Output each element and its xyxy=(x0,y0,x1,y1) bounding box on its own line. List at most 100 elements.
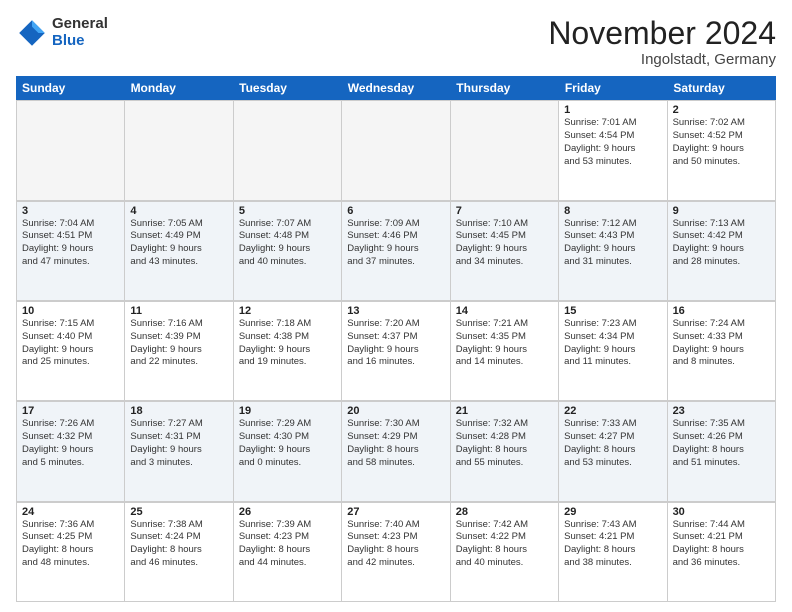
day-num-r4-c4: 28 xyxy=(456,506,553,518)
day-num-r1-c0: 3 xyxy=(22,205,119,217)
day-num-r1-c3: 6 xyxy=(347,205,444,217)
day-info-r1-c5: Sunrise: 7:12 AM Sunset: 4:43 PM Dayligh… xyxy=(564,218,661,269)
day-num-r4-c0: 24 xyxy=(22,506,119,518)
calendar: Sunday Monday Tuesday Wednesday Thursday… xyxy=(16,76,776,602)
cal-row-1: 3Sunrise: 7:04 AM Sunset: 4:51 PM Daylig… xyxy=(16,201,776,301)
logo: General Blue xyxy=(16,16,108,49)
cal-cell-r2-c1: 11Sunrise: 7:16 AM Sunset: 4:39 PM Dayli… xyxy=(125,302,233,401)
cal-cell-r0-c0 xyxy=(17,101,125,200)
logo-blue: Blue xyxy=(52,33,108,50)
cal-cell-r3-c0: 17Sunrise: 7:26 AM Sunset: 4:32 PM Dayli… xyxy=(17,402,125,501)
day-num-r1-c1: 4 xyxy=(130,205,227,217)
day-info-r4-c2: Sunrise: 7:39 AM Sunset: 4:23 PM Dayligh… xyxy=(239,519,336,570)
cal-cell-r2-c2: 12Sunrise: 7:18 AM Sunset: 4:38 PM Dayli… xyxy=(234,302,342,401)
logo-general: General xyxy=(52,16,108,33)
day-info-r2-c0: Sunrise: 7:15 AM Sunset: 4:40 PM Dayligh… xyxy=(22,318,119,369)
location: Ingolstadt, Germany xyxy=(548,51,776,68)
cal-row-4: 24Sunrise: 7:36 AM Sunset: 4:25 PM Dayli… xyxy=(16,502,776,602)
day-num-r1-c4: 7 xyxy=(456,205,553,217)
cal-cell-r4-c2: 26Sunrise: 7:39 AM Sunset: 4:23 PM Dayli… xyxy=(234,503,342,602)
day-num-r3-c2: 19 xyxy=(239,405,336,417)
month-title: November 2024 xyxy=(548,16,776,51)
day-info-r0-c5: Sunrise: 7:01 AM Sunset: 4:54 PM Dayligh… xyxy=(564,117,661,168)
day-num-r3-c5: 22 xyxy=(564,405,661,417)
day-num-r3-c0: 17 xyxy=(22,405,119,417)
day-info-r1-c4: Sunrise: 7:10 AM Sunset: 4:45 PM Dayligh… xyxy=(456,218,553,269)
day-num-r1-c6: 9 xyxy=(673,205,770,217)
day-info-r4-c3: Sunrise: 7:40 AM Sunset: 4:23 PM Dayligh… xyxy=(347,519,444,570)
cal-cell-r1-c0: 3Sunrise: 7:04 AM Sunset: 4:51 PM Daylig… xyxy=(17,202,125,301)
day-info-r3-c1: Sunrise: 7:27 AM Sunset: 4:31 PM Dayligh… xyxy=(130,418,227,469)
day-info-r0-c6: Sunrise: 7:02 AM Sunset: 4:52 PM Dayligh… xyxy=(673,117,770,168)
header-saturday: Saturday xyxy=(667,76,776,100)
cal-cell-r3-c4: 21Sunrise: 7:32 AM Sunset: 4:28 PM Dayli… xyxy=(451,402,559,501)
cal-cell-r1-c6: 9Sunrise: 7:13 AM Sunset: 4:42 PM Daylig… xyxy=(668,202,776,301)
cal-cell-r0-c1 xyxy=(125,101,233,200)
day-num-r2-c1: 11 xyxy=(130,305,227,317)
header-tuesday: Tuesday xyxy=(233,76,342,100)
cal-cell-r3-c1: 18Sunrise: 7:27 AM Sunset: 4:31 PM Dayli… xyxy=(125,402,233,501)
cal-cell-r4-c5: 29Sunrise: 7:43 AM Sunset: 4:21 PM Dayli… xyxy=(559,503,667,602)
day-info-r4-c6: Sunrise: 7:44 AM Sunset: 4:21 PM Dayligh… xyxy=(673,519,770,570)
day-info-r4-c0: Sunrise: 7:36 AM Sunset: 4:25 PM Dayligh… xyxy=(22,519,119,570)
day-num-r3-c1: 18 xyxy=(130,405,227,417)
day-info-r4-c1: Sunrise: 7:38 AM Sunset: 4:24 PM Dayligh… xyxy=(130,519,227,570)
day-info-r4-c5: Sunrise: 7:43 AM Sunset: 4:21 PM Dayligh… xyxy=(564,519,661,570)
day-info-r2-c2: Sunrise: 7:18 AM Sunset: 4:38 PM Dayligh… xyxy=(239,318,336,369)
cal-cell-r3-c2: 19Sunrise: 7:29 AM Sunset: 4:30 PM Dayli… xyxy=(234,402,342,501)
day-num-r4-c1: 25 xyxy=(130,506,227,518)
calendar-header: Sunday Monday Tuesday Wednesday Thursday… xyxy=(16,76,776,100)
day-num-r2-c3: 13 xyxy=(347,305,444,317)
day-info-r1-c2: Sunrise: 7:07 AM Sunset: 4:48 PM Dayligh… xyxy=(239,218,336,269)
cal-cell-r4-c1: 25Sunrise: 7:38 AM Sunset: 4:24 PM Dayli… xyxy=(125,503,233,602)
cal-cell-r0-c4 xyxy=(451,101,559,200)
cal-cell-r3-c5: 22Sunrise: 7:33 AM Sunset: 4:27 PM Dayli… xyxy=(559,402,667,501)
day-info-r4-c4: Sunrise: 7:42 AM Sunset: 4:22 PM Dayligh… xyxy=(456,519,553,570)
day-info-r1-c0: Sunrise: 7:04 AM Sunset: 4:51 PM Dayligh… xyxy=(22,218,119,269)
day-num-r4-c3: 27 xyxy=(347,506,444,518)
cal-cell-r1-c4: 7Sunrise: 7:10 AM Sunset: 4:45 PM Daylig… xyxy=(451,202,559,301)
header-thursday: Thursday xyxy=(450,76,559,100)
header-friday: Friday xyxy=(559,76,668,100)
day-num-r2-c4: 14 xyxy=(456,305,553,317)
cal-cell-r3-c3: 20Sunrise: 7:30 AM Sunset: 4:29 PM Dayli… xyxy=(342,402,450,501)
day-num-r4-c2: 26 xyxy=(239,506,336,518)
day-info-r3-c2: Sunrise: 7:29 AM Sunset: 4:30 PM Dayligh… xyxy=(239,418,336,469)
cal-cell-r1-c3: 6Sunrise: 7:09 AM Sunset: 4:46 PM Daylig… xyxy=(342,202,450,301)
cal-cell-r0-c6: 2Sunrise: 7:02 AM Sunset: 4:52 PM Daylig… xyxy=(668,101,776,200)
day-info-r2-c4: Sunrise: 7:21 AM Sunset: 4:35 PM Dayligh… xyxy=(456,318,553,369)
cal-cell-r1-c2: 5Sunrise: 7:07 AM Sunset: 4:48 PM Daylig… xyxy=(234,202,342,301)
day-num-r2-c2: 12 xyxy=(239,305,336,317)
cal-cell-r2-c4: 14Sunrise: 7:21 AM Sunset: 4:35 PM Dayli… xyxy=(451,302,559,401)
day-num-r2-c5: 15 xyxy=(564,305,661,317)
day-info-r2-c5: Sunrise: 7:23 AM Sunset: 4:34 PM Dayligh… xyxy=(564,318,661,369)
cal-cell-r2-c3: 13Sunrise: 7:20 AM Sunset: 4:37 PM Dayli… xyxy=(342,302,450,401)
cal-cell-r4-c4: 28Sunrise: 7:42 AM Sunset: 4:22 PM Dayli… xyxy=(451,503,559,602)
header: General Blue November 2024 Ingolstadt, G… xyxy=(16,16,776,68)
calendar-body: 1Sunrise: 7:01 AM Sunset: 4:54 PM Daylig… xyxy=(16,100,776,602)
cal-row-3: 17Sunrise: 7:26 AM Sunset: 4:32 PM Dayli… xyxy=(16,401,776,501)
day-num-r3-c6: 23 xyxy=(673,405,770,417)
day-num-r3-c3: 20 xyxy=(347,405,444,417)
cal-cell-r4-c0: 24Sunrise: 7:36 AM Sunset: 4:25 PM Dayli… xyxy=(17,503,125,602)
day-info-r1-c1: Sunrise: 7:05 AM Sunset: 4:49 PM Dayligh… xyxy=(130,218,227,269)
day-info-r3-c3: Sunrise: 7:30 AM Sunset: 4:29 PM Dayligh… xyxy=(347,418,444,469)
day-num-r0-c5: 1 xyxy=(564,104,661,116)
header-monday: Monday xyxy=(125,76,234,100)
day-info-r1-c6: Sunrise: 7:13 AM Sunset: 4:42 PM Dayligh… xyxy=(673,218,770,269)
logo-icon xyxy=(16,17,48,49)
day-num-r0-c6: 2 xyxy=(673,104,770,116)
cal-cell-r4-c3: 27Sunrise: 7:40 AM Sunset: 4:23 PM Dayli… xyxy=(342,503,450,602)
day-num-r1-c2: 5 xyxy=(239,205,336,217)
cal-row-0: 1Sunrise: 7:01 AM Sunset: 4:54 PM Daylig… xyxy=(16,100,776,200)
cal-cell-r2-c0: 10Sunrise: 7:15 AM Sunset: 4:40 PM Dayli… xyxy=(17,302,125,401)
cal-cell-r2-c6: 16Sunrise: 7:24 AM Sunset: 4:33 PM Dayli… xyxy=(668,302,776,401)
cal-cell-r1-c5: 8Sunrise: 7:12 AM Sunset: 4:43 PM Daylig… xyxy=(559,202,667,301)
day-info-r3-c4: Sunrise: 7:32 AM Sunset: 4:28 PM Dayligh… xyxy=(456,418,553,469)
day-info-r2-c3: Sunrise: 7:20 AM Sunset: 4:37 PM Dayligh… xyxy=(347,318,444,369)
day-num-r3-c4: 21 xyxy=(456,405,553,417)
cal-cell-r0-c5: 1Sunrise: 7:01 AM Sunset: 4:54 PM Daylig… xyxy=(559,101,667,200)
cal-cell-r0-c2 xyxy=(234,101,342,200)
day-num-r2-c0: 10 xyxy=(22,305,119,317)
header-sunday: Sunday xyxy=(16,76,125,100)
